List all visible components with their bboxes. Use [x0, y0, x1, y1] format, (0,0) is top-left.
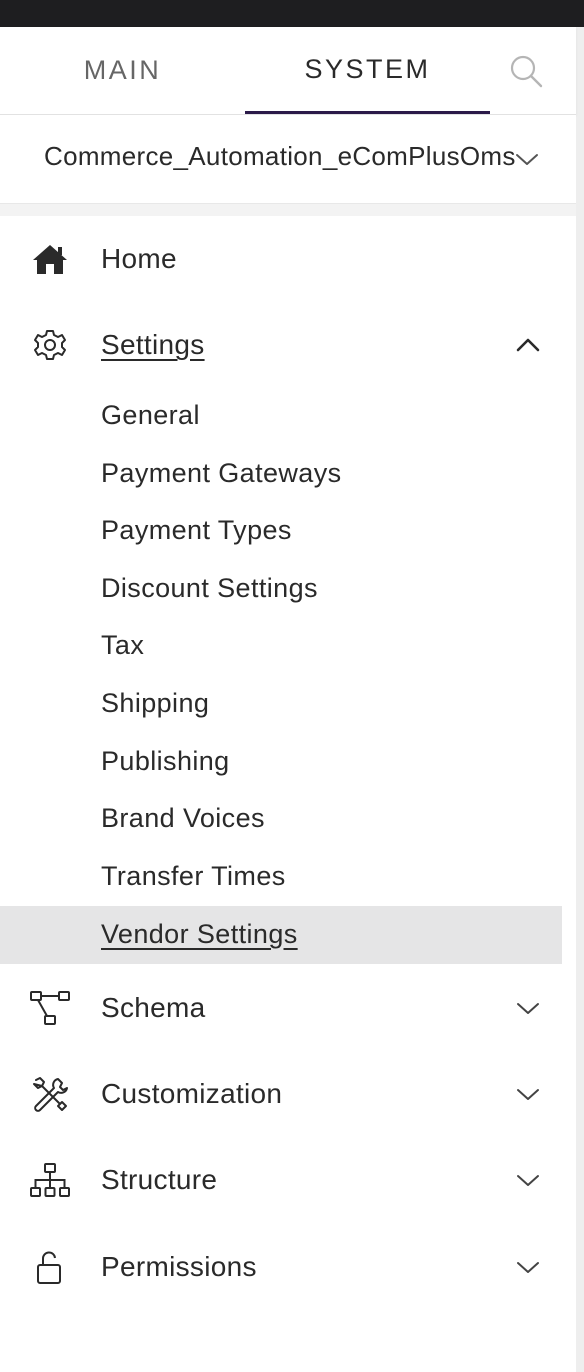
settings-item-label: General — [101, 400, 200, 430]
home-icon — [33, 245, 67, 274]
hierarchy-icon — [30, 1163, 70, 1197]
settings-item-brand-voices[interactable]: Brand Voices — [0, 790, 562, 848]
lock-icon — [37, 1251, 61, 1284]
nav-separator — [0, 204, 576, 216]
window-top-bar — [0, 0, 584, 27]
tab-system[interactable]: SYSTEM — [245, 27, 490, 114]
settings-item-discount-settings[interactable]: Discount Settings — [0, 560, 562, 618]
scrollbar-track[interactable] — [576, 27, 584, 1372]
nav-item-home[interactable]: Home — [0, 229, 562, 289]
tab-main[interactable]: MAIN — [0, 27, 245, 114]
tab-bar: MAIN SYSTEM — [0, 27, 576, 115]
settings-item-label: Payment Gateways — [101, 458, 342, 488]
settings-item-payment-gateways[interactable]: Payment Gateways — [0, 445, 562, 503]
instance-name: Commerce_Automation_eComPlusOms — [44, 141, 516, 171]
nav-item-permissions[interactable]: Permissions — [0, 1237, 562, 1297]
gear-icon — [34, 330, 66, 360]
instance-selector[interactable]: Commerce_Automation_eComPlusOms — [0, 115, 576, 204]
settings-item-label: Brand Voices — [101, 803, 265, 833]
chevron-down-icon[interactable] — [514, 1257, 542, 1277]
system-nav: Home Settings General Payment Gateways P… — [0, 216, 562, 1372]
settings-item-label: Discount Settings — [101, 573, 318, 603]
settings-item-label: Shipping — [101, 688, 210, 718]
nav-label-customization: Customization — [101, 1078, 283, 1109]
chevron-down-icon[interactable] — [514, 1084, 542, 1104]
schema-icon — [30, 991, 70, 1025]
nav-label-settings: Settings — [101, 329, 205, 360]
settings-item-transfer-times[interactable]: Transfer Times — [0, 848, 562, 906]
chevron-down-icon[interactable] — [514, 1170, 542, 1190]
chevron-down-icon[interactable] — [514, 149, 540, 169]
search-icon[interactable] — [508, 53, 544, 89]
chevron-up-icon[interactable] — [514, 335, 542, 355]
settings-item-shipping[interactable]: Shipping — [0, 675, 562, 733]
nav-item-schema[interactable]: Schema — [0, 978, 562, 1038]
settings-item-label: Tax — [101, 630, 145, 660]
nav-label-schema: Schema — [101, 992, 206, 1023]
settings-item-tax[interactable]: Tax — [0, 617, 562, 675]
settings-item-vendor-settings[interactable]: Vendor Settings — [0, 906, 562, 964]
nav-label-permissions: Permissions — [101, 1251, 257, 1282]
tools-icon — [33, 1077, 68, 1112]
settings-item-label: Transfer Times — [101, 861, 286, 891]
nav-item-settings[interactable]: Settings — [0, 315, 562, 375]
nav-label-home: Home — [101, 243, 177, 274]
settings-item-publishing[interactable]: Publishing — [0, 733, 562, 791]
settings-item-payment-types[interactable]: Payment Types — [0, 502, 562, 560]
settings-item-label: Publishing — [101, 746, 230, 776]
nav-label-structure: Structure — [101, 1164, 218, 1195]
chevron-down-icon[interactable] — [514, 998, 542, 1018]
nav-item-structure[interactable]: Structure — [0, 1150, 562, 1210]
nav-item-customization[interactable]: Customization — [0, 1064, 562, 1124]
settings-item-label: Vendor Settings — [101, 919, 298, 949]
settings-item-general[interactable]: General — [0, 387, 562, 445]
settings-item-label: Payment Types — [101, 515, 292, 545]
